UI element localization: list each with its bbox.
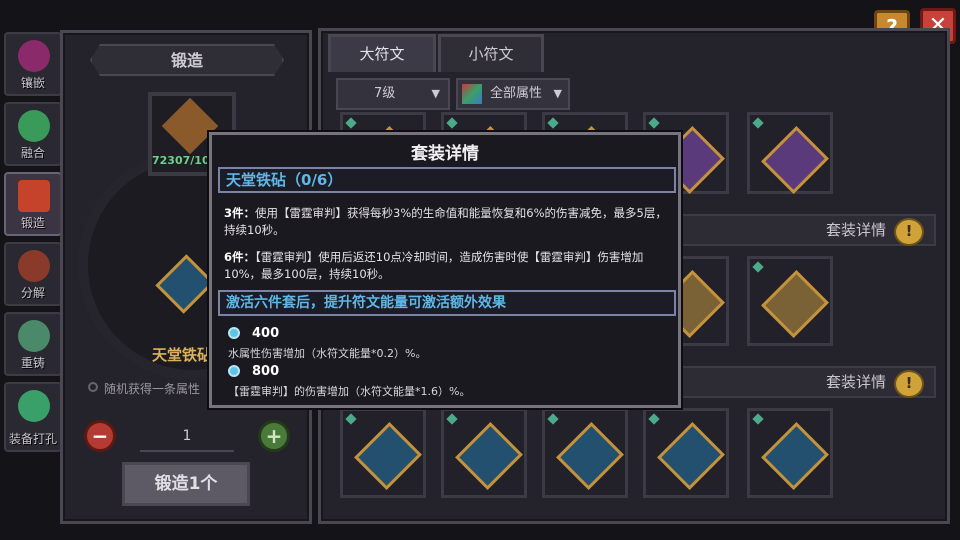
tier-value: 400: [252, 326, 280, 341]
gem-icon: [547, 413, 559, 425]
rune-slot[interactable]: [441, 408, 527, 498]
rune-slot[interactable]: [747, 256, 833, 346]
level-dropdown[interactable]: 7级 ▼: [336, 78, 450, 110]
sidebar-item-socket[interactable]: 装备打孔: [4, 382, 62, 452]
set-details-popup: 套装详情 天堂铁砧（0/6） 3件：使用【雷霆审判】获得每秒3%的生命值和能量恢…: [209, 132, 681, 408]
random-attr-text: 随机获得一条属性: [104, 382, 201, 396]
energy-icon: [228, 365, 240, 377]
bonus-6-text: 6件：【雷霆审判】使用后返还10点冷却时间，造成伤害时使【雷霆审判】伤害增加10…: [224, 250, 644, 281]
gem-icon: [547, 117, 559, 129]
sidebar-item-label: 重铸: [20, 356, 45, 370]
sidebar-item-recast[interactable]: 重铸: [4, 312, 62, 376]
tier-desc: 【雷霆审判】的伤害增加（水符文能量*1.6）%。: [228, 385, 471, 398]
gem-icon: [446, 117, 458, 129]
plus-button[interactable]: +: [258, 420, 290, 452]
tier-desc: 水属性伤害增加（水符文能量*0.2）%。: [228, 347, 427, 360]
exclamation-icon: !: [894, 218, 924, 246]
sidebar-item-forge[interactable]: 锻造: [4, 172, 62, 236]
socket-icon: [18, 390, 50, 422]
rune-slot[interactable]: [747, 408, 833, 498]
decompose-icon: [18, 250, 50, 282]
rune-slot[interactable]: [542, 408, 628, 498]
sidebar-item-inlay[interactable]: 镶嵌: [4, 32, 62, 96]
attribute-dropdown[interactable]: 全部属性 ▼: [456, 78, 570, 110]
sidebar-item-label: 镶嵌: [20, 76, 45, 90]
rune-icon: [455, 422, 523, 490]
sidebar-item-label: 锻造: [20, 216, 45, 230]
popup-title: 套装详情: [411, 144, 479, 164]
rune-slot[interactable]: [340, 408, 426, 498]
chevron-down-icon: ▼: [553, 87, 562, 100]
attribute-dropdown-value: 全部属性: [490, 86, 543, 101]
rune-icon: [556, 422, 624, 490]
gem-icon: [752, 261, 764, 273]
gem-icon: [648, 117, 660, 129]
rune-slot[interactable]: [643, 408, 729, 498]
tab-major-rune[interactable]: 大符文: [328, 34, 436, 72]
gem-icon: [752, 117, 764, 129]
forge-button[interactable]: 锻造1个: [122, 462, 250, 506]
set-detail-label: 套装详情: [825, 373, 886, 391]
tab-minor-rune[interactable]: 小符文: [438, 34, 544, 72]
anvil-icon: [18, 180, 50, 212]
set-detail-label: 套装详情: [825, 221, 886, 239]
chevron-down-icon: ▼: [431, 87, 440, 100]
recast-icon: [18, 320, 50, 352]
tier-value: 800: [252, 364, 280, 379]
extra-effect-header: 激活六件套后，提升符文能量可激活额外效果: [218, 290, 676, 316]
fusion-icon: [18, 110, 50, 142]
rune-slot[interactable]: [747, 112, 833, 194]
sidebar-item-label: 装备打孔: [8, 432, 57, 446]
item-name: 天堂铁砧: [152, 346, 213, 364]
sidebar-item-label: 分解: [20, 286, 45, 300]
inlay-icon: [18, 40, 50, 72]
quantity-field[interactable]: 1: [140, 420, 234, 452]
gem-icon: [345, 413, 357, 425]
level-dropdown-value: 7级: [374, 86, 396, 101]
exclamation-icon: !: [894, 370, 924, 398]
rune-icon: [657, 422, 725, 490]
rune-icon: [761, 270, 829, 338]
energy-icon: [228, 327, 240, 339]
forge-title: 锻造: [90, 44, 284, 76]
gem-icon: [446, 413, 458, 425]
radio-icon[interactable]: [88, 382, 98, 392]
rune-icon: [761, 126, 829, 194]
rune-icon: [761, 422, 829, 490]
gem-icon: [648, 413, 660, 425]
sidebar-item-fusion[interactable]: 融合: [4, 102, 62, 166]
gem-icon: [345, 117, 357, 129]
bonus-3-text: 3件：使用【雷霆审判】获得每秒3%的生命值和能量恢复和6%的伤害减免，最多5层，…: [224, 206, 667, 237]
rune-icon: [354, 422, 422, 490]
attribute-icon: [462, 84, 482, 104]
set-name-header: 天堂铁砧（0/6）: [218, 167, 676, 193]
minus-button[interactable]: −: [84, 420, 116, 452]
gem-icon: [752, 413, 764, 425]
sidebar-item-decompose[interactable]: 分解: [4, 242, 62, 306]
sidebar-item-label: 融合: [20, 146, 45, 160]
item-count: 72307/10: [152, 154, 210, 167]
